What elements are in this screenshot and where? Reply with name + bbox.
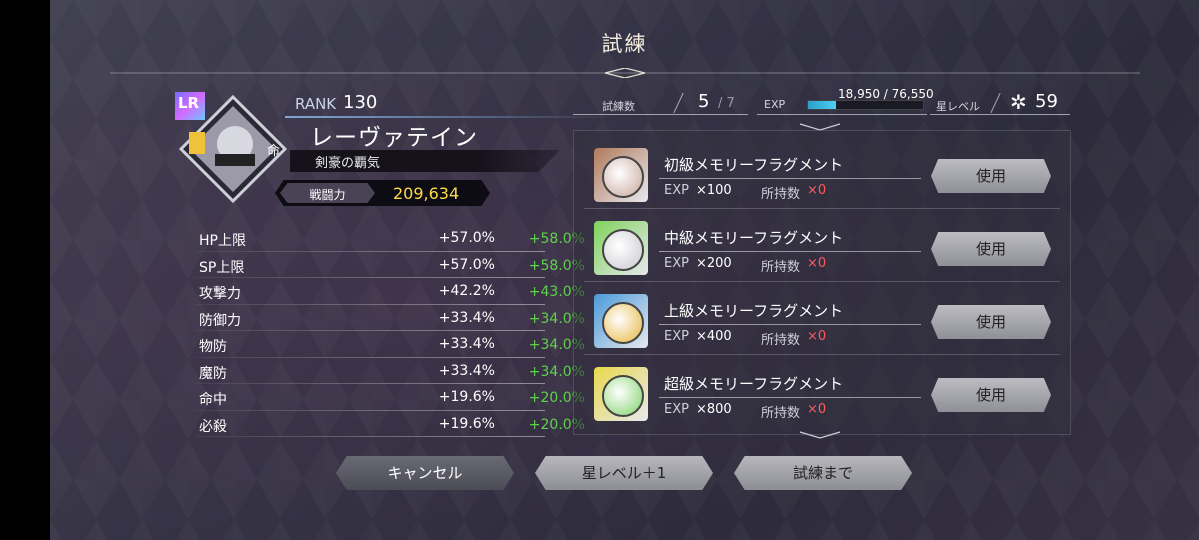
fragment-icon[interactable] bbox=[594, 148, 648, 202]
stat-table: HP上限 +57.0% +58.0% SP上限 +57.0% +58.0% 攻撃… bbox=[195, 226, 585, 439]
stat-name: 攻撃力 bbox=[199, 286, 241, 302]
item-owned-count: ×0 bbox=[807, 183, 827, 198]
stat-name: 物防 bbox=[199, 339, 227, 355]
use-button[interactable]: 使用 bbox=[931, 232, 1051, 266]
rarity-badge: LR bbox=[178, 94, 200, 112]
fragment-coin-icon bbox=[602, 229, 644, 271]
star-level-label: 星レベル bbox=[936, 100, 980, 113]
cancel-button[interactable]: キャンセル bbox=[336, 456, 514, 490]
element-badge: 命 bbox=[267, 144, 281, 159]
item-exp-value: ×100 bbox=[696, 183, 732, 198]
stat-name: HP上限 bbox=[199, 233, 246, 249]
item-owned-label: 所持数 bbox=[761, 406, 801, 421]
character-epithet-bar: 剣豪の覇気 bbox=[290, 150, 560, 172]
game-screen: 試練 LR 命 RANK 130 レーヴァテイン 剣豪の覇気 戦闘力 209,6… bbox=[50, 0, 1199, 540]
page-title: 試練 bbox=[601, 32, 648, 56]
character-name: レーヴァテイン bbox=[310, 125, 478, 151]
item-owned-label: 所持数 bbox=[761, 187, 801, 202]
stat-row: 魔防 +33.4% +34.0% bbox=[195, 359, 585, 386]
to-trial-button[interactable]: 試練まで bbox=[734, 456, 912, 490]
use-button[interactable]: 使用 bbox=[931, 305, 1051, 339]
title-divider bbox=[110, 68, 1140, 78]
exp-underline bbox=[757, 114, 927, 115]
stat-name: 防御力 bbox=[199, 312, 241, 329]
fragment-coin-icon bbox=[602, 302, 644, 344]
rank-value: 130 bbox=[343, 92, 378, 113]
list-item: 初級メモリーフラグメント EXP ×100 所持数 ×0 使用 bbox=[574, 136, 1070, 209]
stat-name: 命中 bbox=[199, 392, 227, 408]
stat-row: 物防 +33.4% +34.0% bbox=[195, 332, 585, 359]
fragment-icon[interactable] bbox=[594, 367, 648, 421]
device-bezel bbox=[0, 0, 50, 540]
exp-progress-bar bbox=[807, 100, 924, 110]
item-name-underline bbox=[659, 397, 921, 398]
stat-current: +33.4% bbox=[438, 336, 495, 352]
stat-row: 攻撃力 +42.2% +43.0% bbox=[195, 279, 585, 306]
rank-label: RANK bbox=[295, 95, 337, 113]
star-level-value: 59 bbox=[1035, 91, 1058, 112]
list-item: 超級メモリーフラグメント EXP ×800 所持数 ×0 使用 bbox=[574, 355, 1070, 428]
trial-count-label: 試練数 bbox=[602, 100, 635, 113]
character-epithet: 剣豪の覇気 bbox=[315, 156, 381, 171]
panel-bottom-ornament bbox=[799, 431, 841, 439]
item-owned-count: ×0 bbox=[807, 329, 827, 344]
item-exp-value: ×400 bbox=[696, 329, 732, 344]
item-exp-value: ×800 bbox=[696, 402, 732, 417]
stat-row: 防御力 +33.4% +34.0% bbox=[195, 306, 585, 333]
item-name: 初級メモリーフラグメント bbox=[664, 156, 844, 174]
fragment-item-list: 初級メモリーフラグメント EXP ×100 所持数 ×0 使用 中級メモリーフラ… bbox=[573, 130, 1071, 435]
fragment-icon[interactable] bbox=[594, 294, 648, 348]
exp-text: 18,950 / 76,550 bbox=[838, 87, 934, 101]
stat-row: SP上限 +57.0% +58.0% bbox=[195, 253, 585, 280]
star-icon: ✲ bbox=[1010, 90, 1027, 114]
stat-row: HP上限 +57.0% +58.0% bbox=[195, 226, 585, 253]
item-name-underline bbox=[659, 324, 921, 325]
item-owned-count: ×0 bbox=[807, 256, 827, 271]
exp-progress-fill bbox=[808, 101, 837, 109]
exp-label: EXP bbox=[764, 98, 786, 111]
stat-current: +19.6% bbox=[438, 415, 495, 432]
stat-name: 魔防 bbox=[199, 365, 227, 382]
fragment-coin-icon bbox=[602, 156, 644, 198]
item-name-underline bbox=[659, 178, 921, 179]
stat-name: SP上限 bbox=[199, 259, 245, 276]
list-item: 上級メモリーフラグメント EXP ×400 所持数 ×0 使用 bbox=[574, 282, 1070, 355]
stat-current: +57.0% bbox=[438, 256, 495, 273]
item-name: 上級メモリーフラグメント bbox=[664, 302, 844, 320]
use-button[interactable]: 使用 bbox=[931, 159, 1051, 193]
item-owned-label: 所持数 bbox=[761, 333, 801, 348]
stat-current: +33.4% bbox=[438, 309, 495, 326]
item-exp-label: EXP bbox=[664, 183, 689, 198]
item-owned-label: 所持数 bbox=[761, 260, 801, 275]
item-owned-count: ×0 bbox=[807, 402, 827, 417]
item-exp-value: ×200 bbox=[696, 256, 732, 271]
star-level-underline bbox=[930, 114, 1070, 115]
list-item: 中級メモリーフラグメント EXP ×200 所持数 ×0 使用 bbox=[574, 209, 1070, 282]
trial-count: 5 bbox=[698, 91, 710, 112]
star-level-up-button[interactable]: 星レベル＋1 bbox=[535, 456, 713, 490]
combat-power-value: 209,634 bbox=[393, 184, 460, 203]
item-exp-label: EXP bbox=[664, 256, 689, 271]
stat-name: 必殺 bbox=[199, 418, 227, 435]
item-exp-label: EXP bbox=[664, 329, 689, 344]
stat-current: +19.6% bbox=[438, 389, 495, 405]
character-portrait[interactable]: LR 命 bbox=[175, 92, 290, 207]
use-button[interactable]: 使用 bbox=[931, 378, 1051, 412]
item-name: 超級メモリーフラグメント bbox=[664, 375, 844, 393]
fragment-icon[interactable] bbox=[594, 221, 648, 275]
fragment-coin-icon bbox=[602, 375, 644, 417]
trial-count-underline bbox=[573, 114, 748, 115]
item-name-underline bbox=[659, 251, 921, 252]
combat-power-bar: 戦闘力 209,634 bbox=[275, 180, 490, 206]
stat-current: +42.2% bbox=[438, 283, 495, 299]
stat-current: +57.0% bbox=[438, 230, 495, 246]
trial-max: / 7 bbox=[718, 96, 735, 111]
stat-current: +33.4% bbox=[438, 362, 495, 379]
item-name: 中級メモリーフラグメント bbox=[664, 229, 844, 247]
item-exp-label: EXP bbox=[664, 402, 689, 417]
stat-row: 命中 +19.6% +20.0% bbox=[195, 385, 585, 412]
stat-row: 必殺 +19.6% +20.0% bbox=[195, 412, 585, 439]
combat-power-label: 戦闘力 bbox=[309, 188, 346, 202]
